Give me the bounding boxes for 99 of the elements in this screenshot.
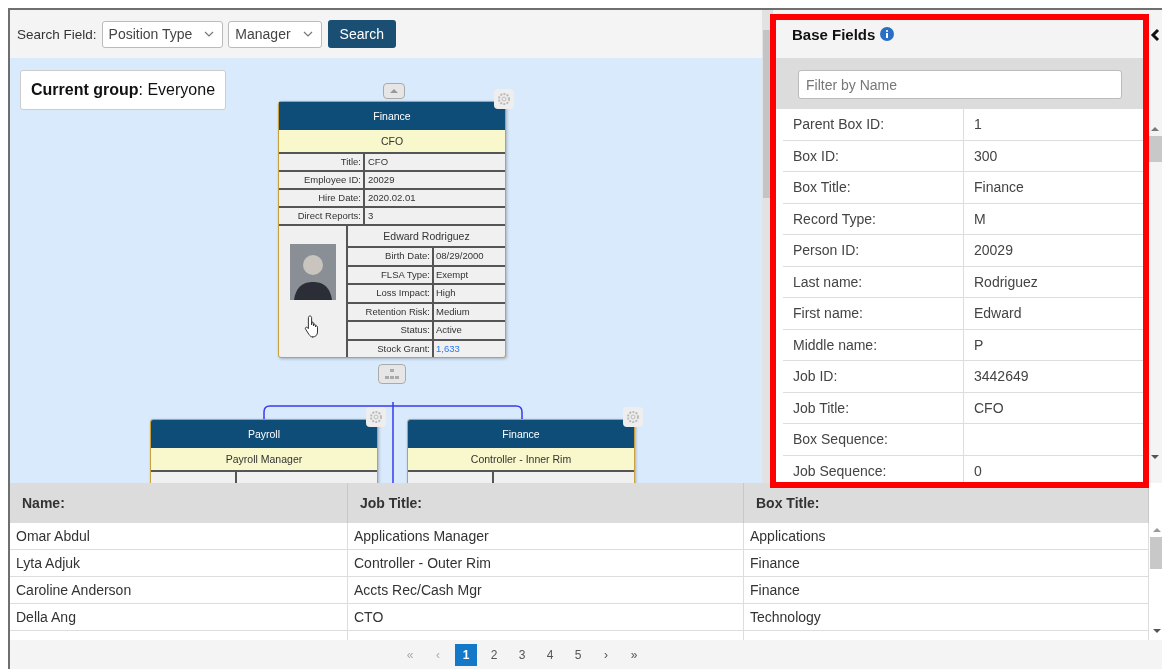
- search-button[interactable]: Search: [327, 20, 396, 48]
- panel-title: Base Fields: [792, 25, 876, 43]
- scroll-down-icon[interactable]: [1150, 454, 1160, 460]
- table-cell: Caroline Anderson: [10, 577, 348, 604]
- field-value: Finance: [973, 178, 1024, 197]
- dropdown[interactable]: Manager: [228, 20, 322, 48]
- page-button[interactable]: 1: [455, 643, 477, 666]
- table-cell: Omar Abdul: [10, 523, 348, 550]
- node-position: CFO: [279, 130, 505, 154]
- info-icon[interactable]: [880, 27, 895, 41]
- settings-icon[interactable]: [623, 407, 643, 427]
- field-label: Direct Reports:: [279, 208, 365, 224]
- field-label: Birth Date:: [348, 248, 434, 265]
- table-cell: Finance: [744, 550, 1149, 577]
- field-label: Middle name:: [783, 329, 964, 360]
- field-label: Stock Grant:: [348, 340, 434, 357]
- field-value: Edward: [973, 304, 1022, 323]
- field-value: 0: [973, 461, 982, 481]
- last-page-button[interactable]: »: [620, 647, 648, 662]
- field-value: Rodriguez: [973, 272, 1038, 292]
- field-label: Hire Date:: [279, 190, 365, 206]
- field-value: 20029: [367, 173, 396, 187]
- field-label: Retention Risk:: [348, 303, 434, 320]
- field-value: 3: [367, 209, 375, 223]
- field-value: CFO: [367, 155, 390, 169]
- field-label: Job Sequence:: [783, 455, 964, 483]
- table-cell: Applications: [744, 523, 1149, 550]
- field-value: 3442649: [973, 367, 1029, 386]
- node-department: Finance: [279, 102, 505, 130]
- scroll-up-icon[interactable]: [1151, 527, 1162, 533]
- node-department: Finance: [408, 420, 634, 448]
- field-label: Box Title:: [783, 172, 964, 203]
- scrollbar-thumb[interactable]: [763, 30, 771, 198]
- table-cell: Della Ang: [10, 604, 348, 631]
- node-position: Payroll Manager: [151, 448, 377, 472]
- table-cell: Accts Rec/Cash Mgr: [348, 577, 744, 604]
- scrollbar-thumb[interactable]: [1150, 537, 1162, 569]
- field-label: Employee ID:: [279, 172, 365, 188]
- field-label: Loss Impact:: [348, 285, 434, 302]
- node-department: Payroll: [151, 420, 377, 448]
- table-cell: CTO: [348, 604, 744, 631]
- dropdown[interactable]: Position Type: [101, 20, 224, 48]
- scrollbar[interactable]: [1147, 126, 1162, 460]
- settings-icon[interactable]: [366, 407, 386, 427]
- org-chart-node[interactable]: [278, 101, 506, 358]
- table-cell: Finance: [744, 577, 1149, 604]
- column-header[interactable]: Job Title:: [348, 483, 744, 523]
- field-label: Box ID:: [783, 140, 964, 171]
- field-value: Medium: [435, 304, 471, 319]
- field-link[interactable]: 1,633: [434, 340, 505, 357]
- field-label: Status:: [348, 322, 434, 339]
- field-label: Box Sequence:: [783, 424, 964, 455]
- field-label: Person ID:: [783, 235, 964, 266]
- field-value: CFO: [973, 398, 1004, 418]
- field-value: Active: [435, 323, 463, 337]
- page-button[interactable]: 4: [539, 643, 561, 666]
- field-value: 08/29/2000: [435, 249, 485, 263]
- field-label: Title:: [279, 154, 365, 170]
- column-header[interactable]: Name:: [10, 483, 348, 523]
- scroll-down-icon[interactable]: [1151, 628, 1162, 634]
- table-cell: Lyta Adjuk: [10, 550, 348, 577]
- settings-icon[interactable]: [494, 89, 514, 109]
- field-label: Last name:: [783, 266, 964, 297]
- field-value: Exempt: [435, 267, 470, 282]
- chevron-down-icon: [302, 31, 313, 37]
- field-value: M: [973, 209, 986, 229]
- field-label: FLSA Type:: [348, 266, 434, 283]
- scroll-up-icon[interactable]: [1150, 126, 1160, 132]
- field-value: P: [973, 335, 984, 355]
- page-button[interactable]: 3: [511, 643, 533, 666]
- collapse-up-button[interactable]: [383, 83, 405, 99]
- next-page-button[interactable]: ›: [592, 647, 620, 662]
- org-structure-icon[interactable]: [378, 364, 406, 384]
- collapse-icon[interactable]: [1150, 28, 1160, 42]
- field-label: Record Type:: [783, 203, 964, 234]
- field-label: Parent Box ID:: [783, 109, 964, 140]
- employee-name: Edward Rodriguez: [348, 226, 505, 248]
- field-value: 20029: [973, 241, 1013, 260]
- photo-placeholder: [289, 244, 336, 300]
- chevron-down-icon: [204, 31, 215, 37]
- field-value: 2020.02.01: [367, 191, 417, 205]
- scrollbar[interactable]: [762, 10, 772, 483]
- field-label: First name:: [783, 298, 964, 329]
- page-button[interactable]: 2: [483, 643, 505, 666]
- org-chart-node[interactable]: Finance Controller - Inner Rim: [407, 419, 635, 483]
- table-cell: Controller - Outer Rim: [348, 550, 744, 577]
- search-field-label: Search Field:: [17, 26, 97, 42]
- filter-field[interactable]: Filter by Name: [798, 70, 1122, 99]
- field-value: High: [435, 286, 457, 300]
- node-position: Controller - Inner Rim: [408, 448, 634, 472]
- field-label: Job ID:: [783, 361, 964, 392]
- field-label: Job Title:: [783, 392, 964, 423]
- table-cell: Technology: [744, 604, 1149, 631]
- org-chart-node[interactable]: Payroll Payroll Manager: [150, 419, 378, 483]
- field-value: 1: [973, 115, 982, 134]
- page-button[interactable]: 5: [567, 643, 589, 666]
- current-group-label: Current group: Everyone: [20, 70, 227, 110]
- field-value: 300: [973, 146, 998, 166]
- table-cell: Applications Manager: [348, 523, 744, 550]
